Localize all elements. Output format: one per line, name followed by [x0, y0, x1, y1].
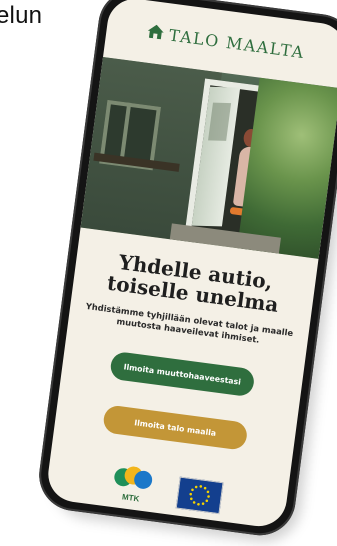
partial-heading-text: elun: [0, 2, 43, 29]
mtk-logo: MTK: [110, 464, 155, 509]
phone-frame: TALO MAALTA Yhdelle autio, toiselle unel…: [34, 0, 337, 540]
mtk-label: MTK: [121, 492, 140, 504]
main-content: Yhdelle autio, toiselle unelma Yhdistämm…: [45, 228, 318, 527]
house-listing-button[interactable]: Ilmoita talo maalla: [102, 404, 249, 451]
mtk-icon: [114, 466, 153, 489]
hero-image: [80, 56, 337, 259]
dream-signup-button[interactable]: Ilmoita muuttohaaveestasi: [109, 350, 256, 398]
house-icon: [146, 22, 164, 43]
eu-flag-icon: [175, 476, 224, 515]
brand-logo-text[interactable]: TALO MAALTA: [168, 25, 306, 62]
phone-screen: TALO MAALTA Yhdelle autio, toiselle unel…: [44, 0, 337, 530]
phone-mockup: TALO MAALTA Yhdelle autio, toiselle unel…: [34, 0, 337, 546]
